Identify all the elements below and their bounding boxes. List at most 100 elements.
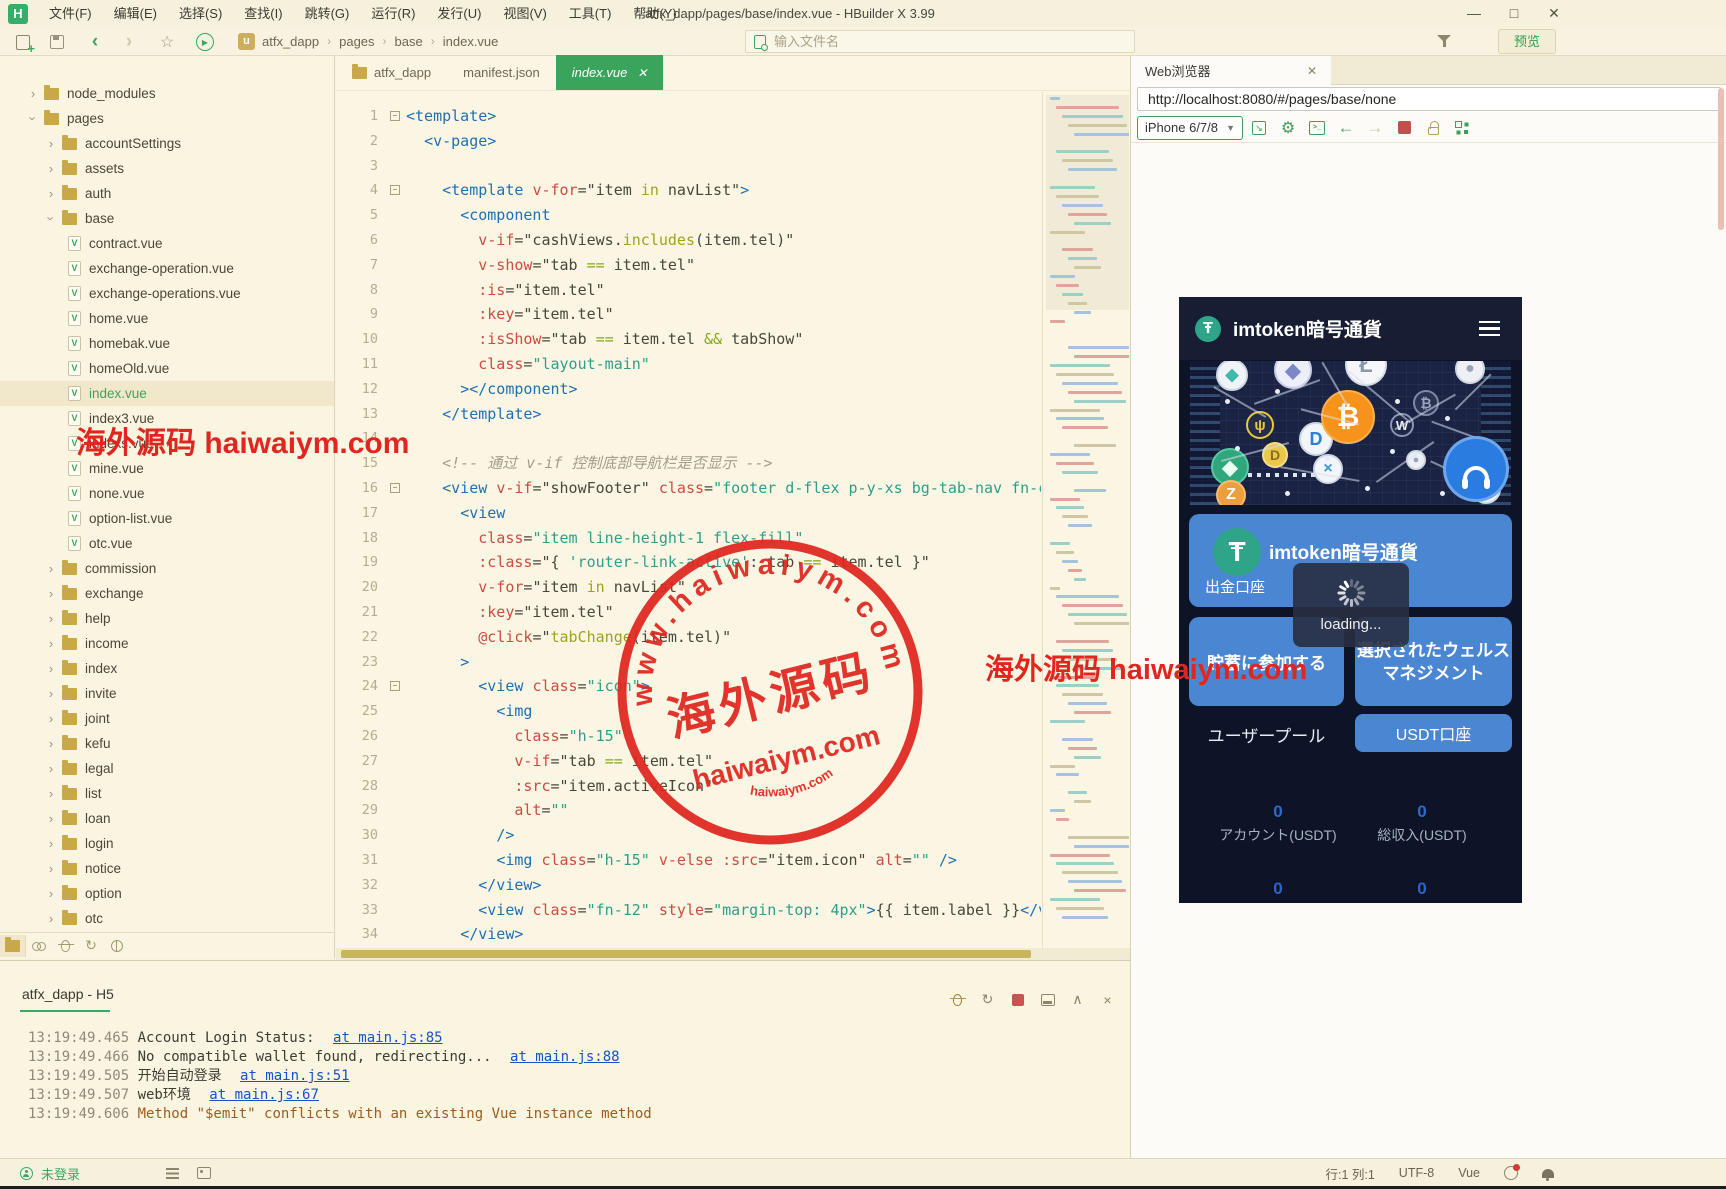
fold-marker-icon[interactable]: −: [390, 111, 400, 121]
tree-item-home.vue[interactable]: Vhome.vue: [0, 306, 335, 331]
tree-item-joint[interactable]: ›joint: [0, 706, 335, 731]
chevron-right-icon[interactable]: ›: [44, 186, 58, 201]
tree-item-notice[interactable]: ›notice: [0, 856, 335, 881]
tree-item-commission[interactable]: ›commission: [0, 556, 335, 581]
save-button[interactable]: [46, 31, 68, 53]
new-file-button[interactable]: [12, 31, 34, 53]
tree-item-exchange[interactable]: ›exchange: [0, 581, 335, 606]
explorer-search-tab[interactable]: [26, 935, 52, 957]
filter-icon[interactable]: [1437, 35, 1451, 42]
console-source-link[interactable]: at main.js:88: [510, 1049, 620, 1065]
menu-item-4[interactable]: 跳转(G): [294, 0, 361, 27]
customer-service-button[interactable]: [1443, 436, 1509, 502]
menu-item-1[interactable]: 编辑(E): [103, 0, 168, 27]
tree-item-index[interactable]: ›index: [0, 656, 335, 681]
console-source-link[interactable]: at main.js:85: [333, 1030, 443, 1046]
fold-marker-icon[interactable]: −: [390, 185, 400, 195]
tree-item-option-list.vue[interactable]: Voption-list.vue: [0, 506, 335, 531]
hamburger-menu-icon[interactable]: [1479, 321, 1500, 336]
tree-item-exchange-operations.vue[interactable]: Vexchange-operations.vue: [0, 281, 335, 306]
device-select[interactable]: iPhone 6/7/8 ▼: [1137, 116, 1243, 140]
console-source-link[interactable]: at main.js:51: [240, 1068, 350, 1084]
preview-button[interactable]: 预览: [1498, 29, 1556, 54]
usdt-account-button[interactable]: USDT口座: [1355, 714, 1512, 752]
url-input[interactable]: [1137, 87, 1721, 111]
chevron-right-icon[interactable]: ›: [26, 86, 40, 101]
chevron-right-icon[interactable]: ›: [44, 161, 58, 176]
user-icon[interactable]: [20, 1167, 33, 1180]
tree-item-help[interactable]: ›help: [0, 606, 335, 631]
browser-stop-button[interactable]: [1391, 116, 1417, 140]
chevron-right-icon[interactable]: ›: [44, 761, 58, 776]
minimap[interactable]: [1046, 95, 1129, 950]
tree-item-homebak.vue[interactable]: Vhomebak.vue: [0, 331, 335, 356]
fold-marker-icon[interactable]: −: [390, 681, 400, 691]
chevron-down-icon[interactable]: ›: [44, 212, 59, 226]
chevron-right-icon[interactable]: ›: [44, 136, 58, 151]
file-search-box[interactable]: [745, 30, 1135, 53]
fold-marker-icon[interactable]: −: [390, 483, 400, 493]
menu-item-3[interactable]: 查找(I): [233, 0, 293, 27]
explorer-debug-tab[interactable]: [52, 935, 78, 957]
breadcrumb-item-pages[interactable]: pages: [339, 34, 374, 49]
explorer-refresh-button[interactable]: ↻: [78, 935, 104, 957]
chevron-right-icon[interactable]: ›: [44, 911, 58, 926]
close-button[interactable]: ✕: [1542, 2, 1566, 24]
console-source-link[interactable]: at main.js:67: [209, 1087, 319, 1103]
chevron-right-icon[interactable]: ›: [44, 711, 58, 726]
chevron-right-icon[interactable]: ›: [44, 636, 58, 651]
browser-scrollbar[interactable]: [1718, 88, 1724, 230]
tree-item-auth[interactable]: ›auth: [0, 181, 335, 206]
cursor-position[interactable]: 行:1 列:1: [1325, 1164, 1374, 1183]
encoding-indicator[interactable]: UTF-8: [1399, 1166, 1434, 1180]
chevron-right-icon[interactable]: ›: [44, 861, 58, 876]
tree-item-otc[interactable]: ›otc: [0, 906, 335, 931]
console-debug-button[interactable]: [949, 991, 966, 1008]
explorer-network-tab[interactable]: [104, 935, 130, 957]
menu-item-7[interactable]: 视图(V): [492, 0, 557, 27]
back-button[interactable]: ‹: [84, 31, 106, 53]
chevron-right-icon[interactable]: ›: [44, 736, 58, 751]
menu-item-2[interactable]: 选择(S): [168, 0, 233, 27]
favorite-button[interactable]: ☆: [156, 31, 178, 53]
explorer-files-tab[interactable]: [0, 935, 26, 957]
tree-item-accountSettings[interactable]: ›accountSettings: [0, 131, 335, 156]
browser-qrcode-button[interactable]: [1449, 116, 1475, 140]
console-collapse-button[interactable]: ∧: [1069, 991, 1086, 1008]
notification-icon[interactable]: [1504, 1166, 1518, 1180]
chevron-right-icon[interactable]: ›: [44, 811, 58, 826]
forward-button[interactable]: ›: [118, 31, 140, 53]
tree-item-node_modules[interactable]: ›node_modules: [0, 81, 335, 106]
tree-item-loan[interactable]: ›loan: [0, 806, 335, 831]
breadcrumb-item-atfx_dapp[interactable]: atfx_dapp: [262, 34, 319, 49]
tree-item-invite[interactable]: ›invite: [0, 681, 335, 706]
console-close-button[interactable]: ×: [1099, 991, 1116, 1008]
scrollbar-thumb[interactable]: [341, 950, 1031, 958]
browser-lock-button[interactable]: [1420, 116, 1446, 140]
tree-item-pages[interactable]: ›pages: [0, 106, 335, 131]
search-input[interactable]: [774, 34, 1104, 49]
tree-item-kefu[interactable]: ›kefu: [0, 731, 335, 756]
editor-tab-manifest.json[interactable]: manifest.json: [447, 55, 556, 90]
minimize-button[interactable]: —: [1462, 2, 1486, 24]
chevron-right-icon[interactable]: ›: [44, 686, 58, 701]
browser-back-button[interactable]: ←: [1333, 116, 1359, 140]
console-panel-button[interactable]: [1039, 991, 1056, 1008]
login-status[interactable]: 未登录: [41, 1164, 80, 1183]
menu-item-5[interactable]: 运行(R): [360, 0, 426, 27]
tree-item-index.vue[interactable]: Vindex.vue: [0, 381, 335, 406]
maximize-button[interactable]: □: [1502, 2, 1526, 24]
tree-item-base[interactable]: ›base: [0, 206, 335, 231]
browser-settings-button[interactable]: ⚙: [1275, 116, 1301, 140]
tree-item-otc.vue[interactable]: Votc.vue: [0, 531, 335, 556]
tree-item-none.vue[interactable]: Vnone.vue: [0, 481, 335, 506]
run-button[interactable]: ▶: [194, 31, 216, 53]
chevron-down-icon[interactable]: ›: [26, 112, 41, 126]
menu-item-6[interactable]: 发行(U): [426, 0, 492, 27]
tree-item-homeOld.vue[interactable]: VhomeOld.vue: [0, 356, 335, 381]
open-external-button[interactable]: ↘: [1246, 116, 1272, 140]
close-tab-icon[interactable]: ✕: [637, 66, 647, 80]
browser-forward-button[interactable]: →: [1362, 116, 1388, 140]
menu-item-8[interactable]: 工具(T): [558, 0, 623, 27]
chevron-right-icon[interactable]: ›: [44, 611, 58, 626]
